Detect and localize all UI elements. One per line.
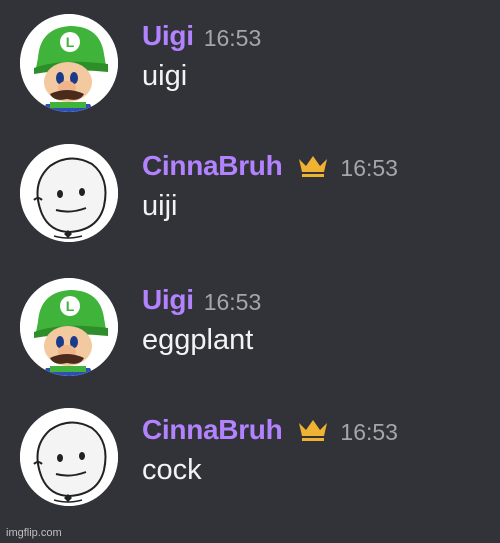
username[interactable]: Uigi: [142, 284, 194, 316]
timestamp[interactable]: 16:53: [204, 25, 262, 52]
timestamp[interactable]: 16:53: [340, 419, 398, 446]
chat-message: CinnaBruh 16:53 uiji: [0, 130, 500, 250]
timestamp[interactable]: 16:53: [204, 289, 262, 316]
chat-messages: L Uigi 16:53 uigi CinnaBruh 16:53 uiji L…: [0, 0, 500, 543]
avatar[interactable]: [20, 408, 118, 506]
avatar[interactable]: [20, 144, 118, 242]
avatar[interactable]: L: [20, 278, 118, 376]
message-header: CinnaBruh 16:53: [142, 146, 398, 186]
doodle-face-avatar-icon: [20, 408, 118, 506]
message-text: eggplant: [142, 324, 254, 356]
svg-text:L: L: [66, 34, 75, 50]
message-header: Uigi 16:53: [142, 280, 261, 320]
chat-message: L Uigi 16:53 uigi: [0, 0, 500, 120]
message-text: cock: [142, 454, 202, 486]
crown-icon: [296, 417, 330, 443]
svg-text:L: L: [66, 298, 75, 314]
username[interactable]: CinnaBruh: [142, 150, 283, 182]
crown-icon: [296, 153, 330, 179]
message-header: CinnaBruh 16:53: [142, 410, 398, 450]
message-text: uiji: [142, 190, 178, 222]
watermark: imgflip.com: [6, 527, 62, 539]
chat-message: L Uigi 16:53 eggplant: [0, 264, 500, 384]
doodle-face-avatar-icon: [20, 144, 118, 242]
username[interactable]: CinnaBruh: [142, 414, 283, 446]
message-header: Uigi 16:53: [142, 16, 261, 56]
luigi-avatar-icon: L: [20, 14, 118, 112]
message-text: uigi: [142, 60, 188, 92]
luigi-avatar-icon: L: [20, 278, 118, 376]
chat-message: CinnaBruh 16:53 cock: [0, 394, 500, 514]
timestamp[interactable]: 16:53: [340, 155, 398, 182]
avatar[interactable]: L: [20, 14, 118, 112]
username[interactable]: Uigi: [142, 20, 194, 52]
